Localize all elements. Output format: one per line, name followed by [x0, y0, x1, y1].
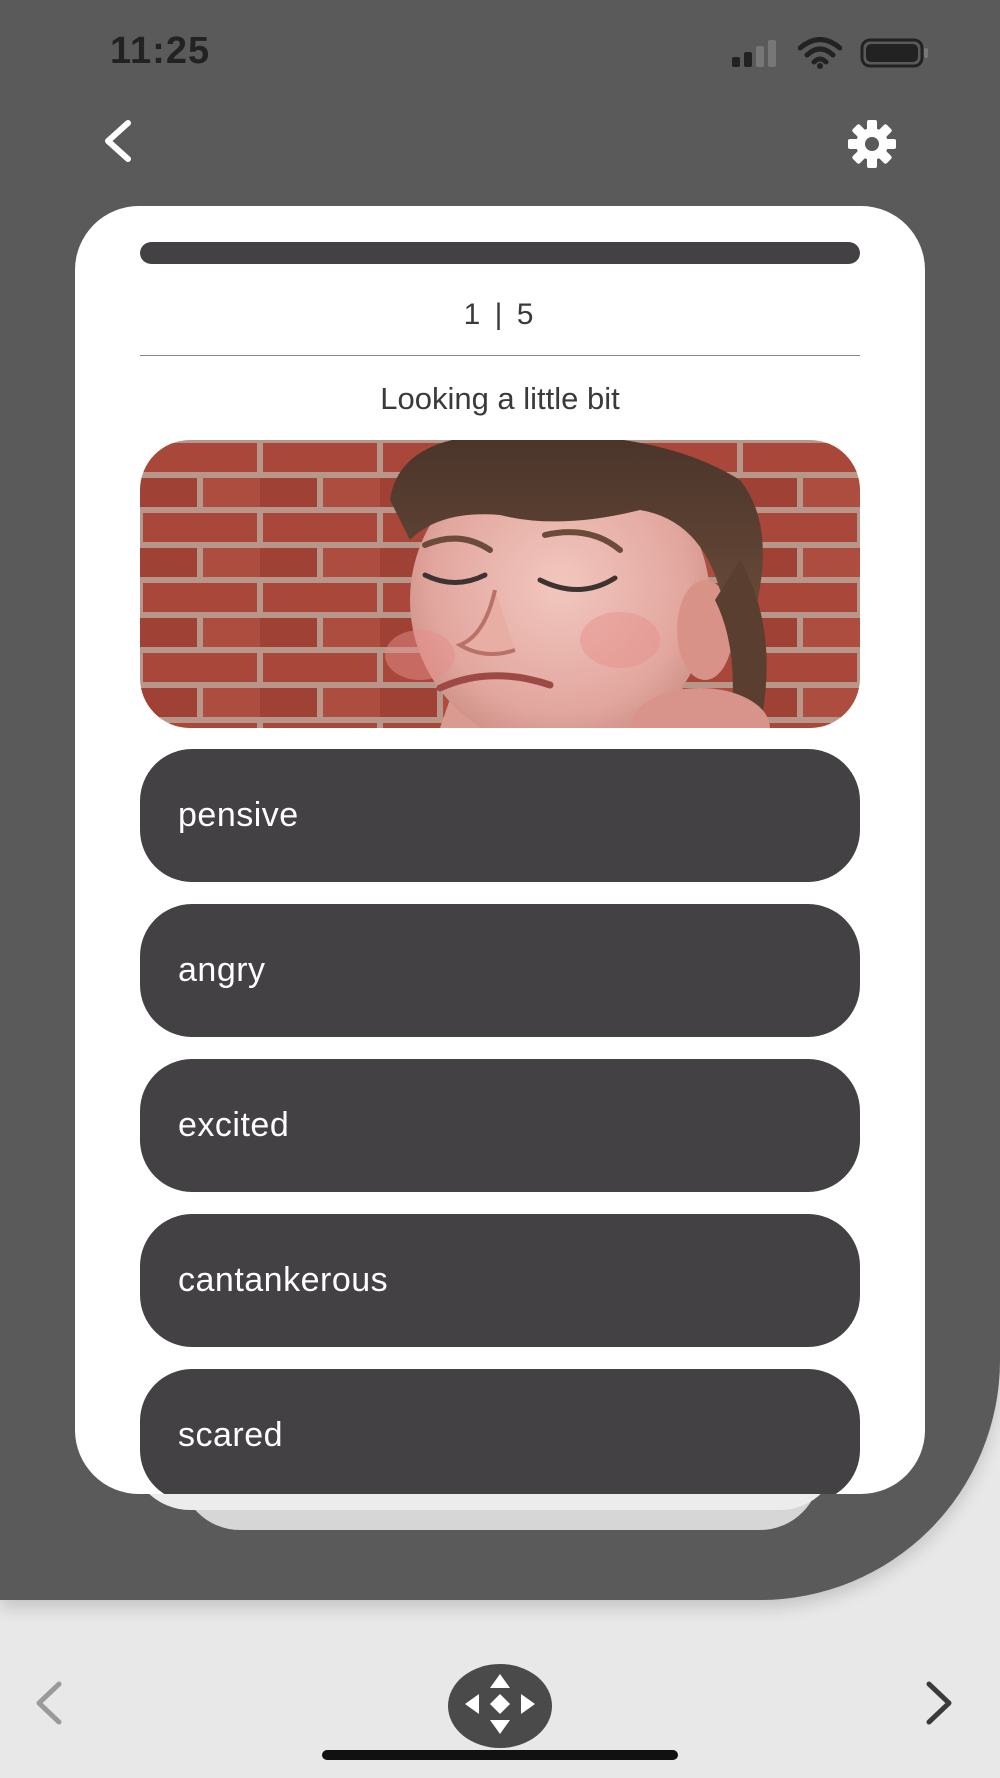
home-indicator	[322, 1750, 678, 1760]
gear-icon	[847, 119, 897, 174]
option-button-excited[interactable]: excited	[140, 1059, 860, 1192]
answer-options: pensive angry excited cantankerous scare…	[140, 749, 860, 1494]
move-button[interactable]	[448, 1664, 552, 1748]
status-icons	[730, 36, 930, 74]
option-label: cantankerous	[178, 1261, 389, 1299]
wifi-icon	[797, 36, 843, 74]
option-button-scared[interactable]: scared	[140, 1369, 860, 1494]
battery-icon	[860, 37, 930, 74]
option-label: angry	[178, 951, 266, 989]
cellular-signal-icon	[730, 39, 780, 72]
face-photo	[140, 440, 860, 728]
move-arrows-icon	[463, 1672, 537, 1741]
option-label: scared	[178, 1416, 284, 1454]
option-button-cantankerous[interactable]: cantankerous	[140, 1214, 860, 1347]
chevron-left-icon	[31, 1680, 65, 1731]
chevron-left-icon	[100, 119, 134, 168]
option-label: pensive	[178, 796, 299, 834]
question-counter: 1 | 5	[463, 298, 537, 331]
option-label: excited	[178, 1106, 290, 1144]
next-button[interactable]	[920, 1680, 960, 1730]
question-prompt: Looking a little bit	[380, 381, 620, 416]
previous-button[interactable]	[28, 1680, 68, 1730]
progress-fill	[140, 242, 860, 264]
status-bar: 11:25	[0, 0, 1000, 110]
status-time: 11:25	[110, 30, 211, 72]
back-button[interactable]	[92, 118, 142, 168]
quiz-card: 1 | 5 Looking a little bit pensive angry…	[75, 206, 925, 1494]
settings-button[interactable]	[844, 118, 900, 174]
option-button-pensive[interactable]: pensive	[140, 749, 860, 882]
progress-bar	[140, 242, 860, 264]
chevron-right-icon	[923, 1680, 957, 1731]
divider	[140, 355, 860, 356]
option-button-angry[interactable]: angry	[140, 904, 860, 1037]
